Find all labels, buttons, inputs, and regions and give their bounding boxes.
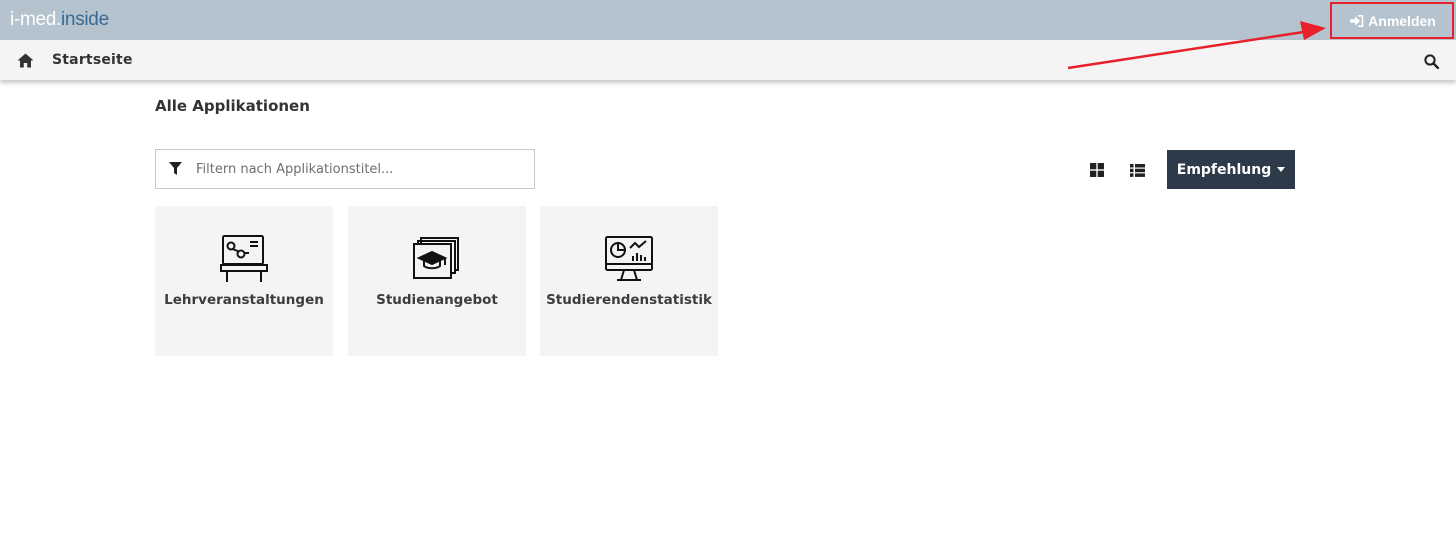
sort-dropdown-button[interactable]: Empfehlung (1167, 150, 1295, 189)
sort-label: Empfehlung (1176, 161, 1272, 178)
login-button[interactable]: Anmelden (1333, 4, 1453, 38)
filter-icon (169, 162, 182, 175)
logo-text-part1: i-med. (10, 9, 61, 30)
login-label: Anmelden (1368, 13, 1436, 29)
home-icon[interactable] (17, 53, 34, 68)
search-icon[interactable] (1424, 54, 1439, 69)
tile-label: Lehrveranstaltungen (164, 292, 324, 308)
tile-label: Studienangebot (376, 292, 498, 308)
page-title: Alle Applikationen (155, 97, 310, 115)
navigation-bar (0, 40, 1456, 80)
grid-view-icon[interactable] (1090, 163, 1104, 177)
caret-down-icon (1277, 167, 1286, 172)
app-tile-studienangebot[interactable]: Studienangebot (348, 206, 526, 356)
lecture-board-icon (220, 235, 268, 282)
tile-label: Studierendenstatistik (546, 292, 712, 308)
list-view-icon[interactable] (1130, 164, 1145, 177)
filter-field[interactable] (155, 149, 535, 189)
filter-input[interactable] (196, 150, 526, 188)
app-logo[interactable]: i-med.inside (10, 9, 109, 31)
graduation-cap-icon (413, 237, 459, 279)
top-header-bar (0, 0, 1456, 40)
app-tile-studierendenstatistik[interactable]: Studierendenstatistik (540, 206, 718, 356)
app-tile-lehrveranstaltungen[interactable]: Lehrveranstaltungen (155, 206, 333, 356)
nav-home-link[interactable]: Startseite (52, 52, 133, 68)
statistics-monitor-icon (605, 236, 653, 281)
sign-in-icon (1350, 15, 1364, 27)
logo-text-part2: inside (61, 9, 109, 30)
